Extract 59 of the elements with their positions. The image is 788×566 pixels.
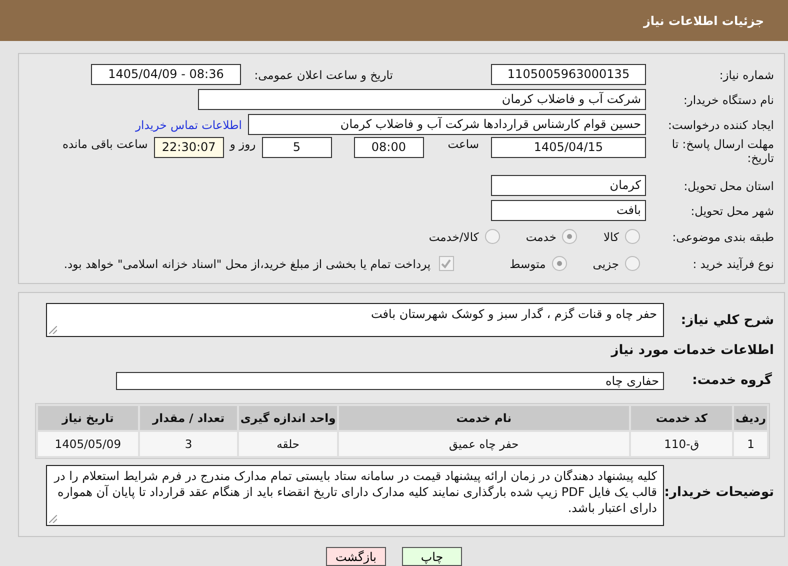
field-label: توضیحات خریدار:: [664, 484, 775, 500]
column-header: واحد اندازه گیری: [239, 406, 337, 430]
field-label: نام دستگاه خریدار:: [682, 92, 775, 106]
table-cell: حفر چاه عمیق: [338, 432, 629, 456]
radio-button[interactable]: [625, 229, 640, 244]
city-field: بافت: [491, 200, 646, 221]
days-label: روز و: [230, 137, 256, 151]
contact-link[interactable]: اطلاعات تماس خریدار: [135, 118, 242, 132]
buyer-notes-field: کلیه پیشنهاد دهندگان در زمان ارائه پیشنهاد قیمت در سامانه ستاد بایستی تمام مدارک مندرج در فرم شرایط استعلام را در قالب یک فایل PDF زیپ شده بارگذاری نمایند کلیه مدارک دارای تاریخ انقضاء باید از هنگام عقد قرارداد تا پایان آن همواره دارای اعتبار باشد.: [46, 465, 664, 526]
field-label: تاریخ و ساعت اعلان عمومی:: [253, 68, 394, 82]
radio-button[interactable]: [552, 256, 567, 271]
table-cell: حلقه: [239, 432, 337, 456]
field-label: طبقه بندی موضوعی:: [671, 230, 775, 244]
back-button[interactable]: بازگشت: [326, 547, 386, 566]
radio-button[interactable]: [484, 229, 500, 244]
column-header: ردیف: [734, 406, 767, 430]
table-cell: 1405/05/09: [38, 432, 138, 456]
remaining-label: ساعت باقی مانده: [62, 137, 148, 151]
days-field: 5: [262, 137, 332, 158]
field-label: استان محل تحویل:: [682, 178, 775, 192]
option-label: متوسط: [510, 256, 546, 270]
table-cell: ق-110: [630, 432, 732, 456]
print-button[interactable]: چاپ: [402, 547, 462, 566]
field-label: گروه خدمت:: [691, 373, 773, 388]
province-field: کرمان: [491, 175, 646, 196]
column-header: تعداد / مقدار: [140, 406, 238, 430]
option-label: خدمت: [526, 230, 556, 244]
field-label: شرح کلي نیاز:: [680, 312, 775, 328]
remaining-time-field: 22:30:07: [154, 137, 224, 158]
resize-grip-icon[interactable]: [49, 326, 57, 334]
field-label: شماره نیاز:: [718, 68, 775, 82]
radio-button[interactable]: [562, 229, 578, 244]
description-field: حفر چاه و قنات گزم ، گدار سبز و کوشک شهرستان بافت: [46, 303, 664, 337]
section-title: اطلاعات خدمات مورد نیاز: [610, 342, 775, 360]
buyer-org-field: شرکت آب و فاضلاب کرمان: [198, 89, 646, 110]
service-group-field: حفاری چاه: [116, 372, 664, 390]
table-cell: 3: [140, 432, 238, 456]
payment-note: پرداخت تمام یا بخشی از مبلغ خرید،از محل "اسناد خزانه اسلامی" خواهد بود.: [64, 256, 431, 270]
checkbox[interactable]: [438, 256, 454, 271]
column-header: نام خدمت: [338, 406, 629, 430]
field-label: ایجاد کننده درخواست:: [667, 118, 775, 132]
option-label: جزیی: [592, 256, 619, 270]
requester-field: حسین قوام کارشناس قراردادها شرکت آب و فاضلاب کرمان: [248, 114, 646, 135]
field-label: شهر محل تحویل:: [690, 204, 775, 218]
field-label: نوع فرآیند خرید :: [692, 256, 775, 270]
deadline-time-field: 08:00: [354, 137, 424, 158]
option-label: کالا: [603, 230, 619, 244]
column-header: کد خدمت: [630, 406, 732, 430]
resize-grip-icon[interactable]: [49, 515, 57, 523]
announce-date-field: 1405/04/09 - 08:36: [91, 64, 241, 85]
field-label: مهلت ارسال پاسخ: تا تاریخ:: [670, 137, 775, 165]
need-number-field: 1105005963000135: [491, 64, 646, 85]
column-header: تاریخ نیاز: [38, 406, 138, 430]
option-label: کالا/خدمت: [428, 230, 479, 244]
table-cell: 1: [734, 432, 767, 456]
radio-button[interactable]: [625, 256, 640, 271]
time-label: ساعت: [448, 137, 479, 151]
page-title: جزئیات اطلاعات نیاز: [643, 14, 764, 28]
deadline-date-field: 1405/04/15: [491, 137, 646, 158]
